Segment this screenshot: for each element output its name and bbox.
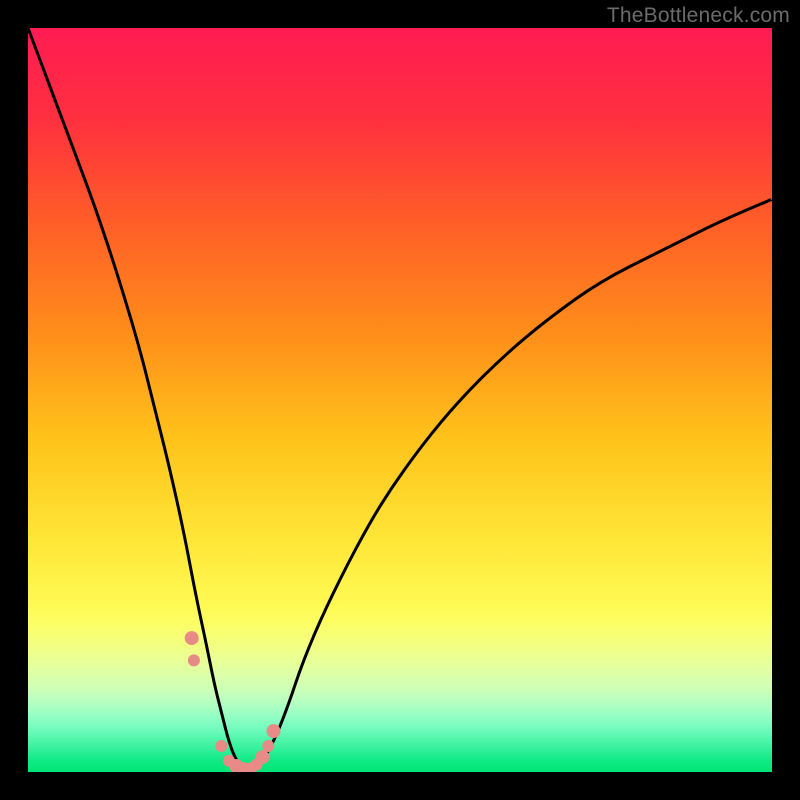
data-dot bbox=[255, 750, 269, 764]
gradient-background bbox=[28, 28, 772, 772]
data-dot bbox=[188, 654, 200, 666]
attribution-watermark: TheBottleneck.com bbox=[607, 4, 790, 28]
data-dot bbox=[267, 724, 281, 738]
plot-area bbox=[28, 28, 772, 772]
bottleneck-chart bbox=[28, 28, 772, 772]
data-dot bbox=[215, 740, 227, 752]
data-dot bbox=[262, 740, 274, 752]
data-dot bbox=[185, 631, 199, 645]
chart-frame: TheBottleneck.com bbox=[0, 0, 800, 800]
